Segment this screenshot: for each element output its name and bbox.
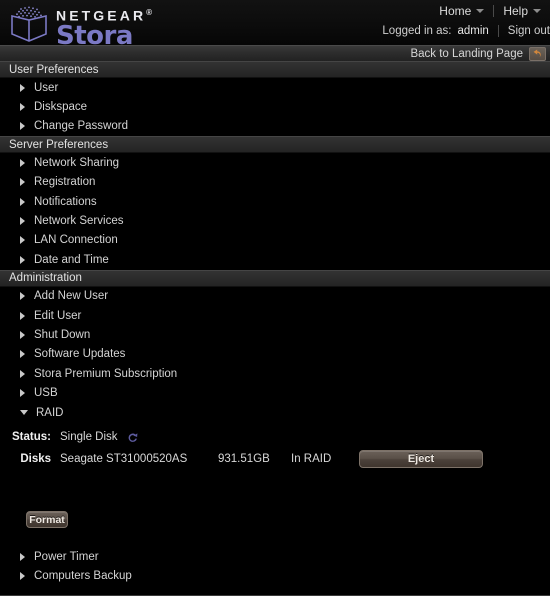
sidebar-item-label: Stora Premium Subscription [34,367,178,380]
sidebar-item-label: Date and Time [34,253,109,266]
chevron-right-icon [20,83,25,92]
chevron-right-icon [20,350,25,359]
sidebar-item-raid[interactable]: RAID [0,403,550,422]
sidebar-item-label: RAID [36,406,64,419]
disk-model-name: Seagate ST31000520AS [60,453,188,466]
chevron-right-icon [20,236,25,245]
nav-item-help-label: Help [503,4,528,18]
sidebar-item-label: Edit User [34,309,82,322]
session-info: Logged in as: admin Sign out [382,25,550,37]
sidebar-item-diskspace[interactable]: Diskspace [0,97,550,116]
chevron-down-icon [476,9,485,13]
nav-item-home[interactable]: Home [430,4,493,18]
brand-logo[interactable]: NETGEAR® Stora [8,3,152,49]
nav-item-help[interactable]: Help [494,4,550,18]
chevron-down-icon [20,410,28,416]
sidebar-item-label: USB [34,387,58,400]
chevron-right-icon [20,103,25,112]
sidebar-item-usb[interactable]: USB [0,383,550,402]
brand-wordmark: NETGEAR® Stora [56,3,152,49]
chevron-right-icon [20,572,25,581]
logged-in-label: Logged in as: [382,25,452,37]
cube-logo-icon [8,4,50,44]
sidebar-item-user[interactable]: User [0,78,550,97]
sidebar-item-network-sharing[interactable]: Network Sharing [0,153,550,172]
nav-list-administration-bottom: Power Timer Computers Backup [0,528,550,596]
sidebar-item-software-updates[interactable]: Software Updates [0,345,550,364]
chevron-right-icon [20,369,25,378]
sidebar-item-power-timer[interactable]: Power Timer [0,547,550,566]
chevron-right-icon [20,311,25,320]
sidebar-item-label: Software Updates [34,348,126,361]
sidebar-item-label: Computers Backup [34,570,132,583]
sidebar-item-shut-down[interactable]: Shut Down [0,325,550,344]
chevron-down-icon [533,9,541,13]
format-button-row: Format [0,470,550,529]
sidebar-item-date-and-time[interactable]: Date and Time [0,250,550,269]
nav-list-server-preferences: Network Sharing Registration Notificatio… [0,153,550,269]
disk-status: In RAID [291,453,332,466]
sidebar-item-network-services[interactable]: Network Services [0,211,550,230]
sidebar-item-label: Diskspace [34,101,88,114]
sidebar-item-edit-user[interactable]: Edit User [0,306,550,325]
top-navigation: Home Help [430,4,550,18]
raid-status-label: Status: [12,431,51,444]
sidebar-item-lan-connection[interactable]: LAN Connection [0,231,550,250]
raid-detail-panel: Status: Single Disk Disks Seagate ST3100… [0,422,550,529]
sign-out-link[interactable]: Sign out [499,25,550,37]
chevron-right-icon [20,552,25,561]
sidebar-item-add-new-user[interactable]: Add New User [0,287,550,306]
section-header-server-preferences: Server Preferences [0,136,550,154]
sidebar-item-label: Shut Down [34,328,91,341]
stora-settings-page: NETGEAR® Stora Home Help Logged in as: a… [0,0,550,596]
nav-list-user-preferences: User Diskspace Change Password [0,78,550,136]
top-header-bar: NETGEAR® Stora Home Help Logged in as: a… [0,0,550,49]
chevron-right-icon [20,217,25,226]
current-username: admin [457,25,489,37]
sidebar-item-label: Change Password [34,120,128,133]
nav-list-administration: Add New User Edit User Shut Down Softwar… [0,287,550,423]
raid-status-value: Single Disk [60,431,118,444]
chevron-right-icon [20,255,25,264]
sidebar-item-label: Notifications [34,195,97,208]
refresh-icon[interactable] [126,431,139,444]
raid-disks-row: Disks Seagate ST31000520AS 931.51GB In R… [0,448,550,470]
sidebar-item-notifications[interactable]: Notifications [0,192,550,211]
sidebar-item-label: Add New User [34,290,109,303]
sidebar-item-label: Power Timer [34,550,99,563]
sidebar-item-registration[interactable]: Registration [0,173,550,192]
chevron-right-icon [20,389,25,398]
disk-capacity: 931.51GB [218,453,270,466]
back-arrow-icon[interactable] [529,46,546,61]
sidebar-item-label: Network Sharing [34,156,120,169]
eject-button[interactable]: Eject [359,450,483,469]
chevron-right-icon [20,122,25,131]
section-header-user-preferences: User Preferences [0,61,550,78]
sidebar-item-label: LAN Connection [34,234,118,247]
sidebar-item-label: Registration [34,176,96,189]
raid-disks-label: Disks [20,453,51,466]
chevron-right-icon [20,158,25,167]
sidebar-item-stora-premium-subscription[interactable]: Stora Premium Subscription [0,364,550,383]
raid-status-row: Status: Single Disk [0,426,550,448]
chevron-right-icon [20,197,25,206]
back-to-landing-label[interactable]: Back to Landing Page [410,48,529,60]
chevron-right-icon [20,178,25,187]
back-to-landing-bar: Back to Landing Page [0,45,550,61]
sidebar-item-computers-backup[interactable]: Computers Backup [0,567,550,586]
chevron-right-icon [20,292,25,301]
sidebar-item-label: User [34,81,59,94]
sidebar-item-change-password[interactable]: Change Password [0,117,550,136]
format-button[interactable]: Format [26,511,68,529]
sidebar-item-label: Network Services [34,215,124,228]
section-header-administration: Administration [0,269,550,287]
nav-item-home-label: Home [439,4,472,18]
chevron-right-icon [20,330,25,339]
